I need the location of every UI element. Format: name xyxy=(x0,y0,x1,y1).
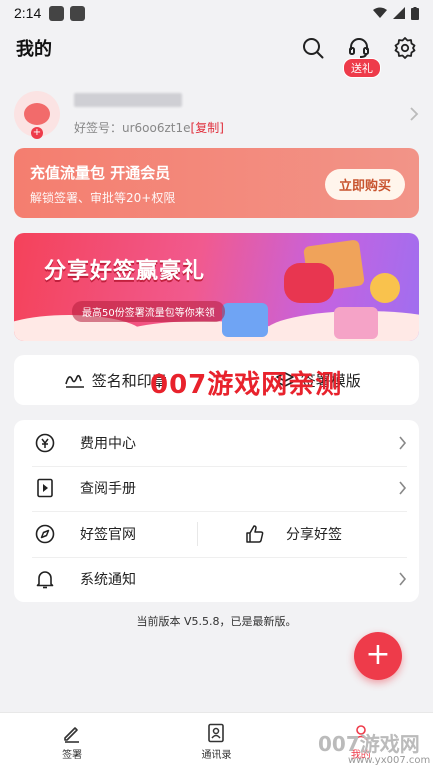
gift-box-graphic xyxy=(284,263,334,303)
thumbs-up-icon xyxy=(246,525,264,543)
search-icon xyxy=(303,38,324,59)
yuan-icon xyxy=(35,433,55,453)
bell-icon xyxy=(36,571,54,589)
tab-label-sign: 签署 xyxy=(62,750,83,761)
menu-item-manual[interactable]: 查阅手册 xyxy=(14,465,419,512)
banner-headline: 分享好签赢豪礼 xyxy=(44,259,206,284)
signature-seal-label: 签名和印章 xyxy=(91,371,167,390)
gear-icon xyxy=(394,37,416,59)
pen-icon xyxy=(64,727,80,743)
chevron-right-icon xyxy=(399,481,407,495)
avatar[interactable]: + xyxy=(14,91,60,139)
banner-subline: 最高50份签署流量包等你来领 xyxy=(72,301,225,322)
headset-icon xyxy=(349,38,369,58)
signal-icon xyxy=(393,7,405,19)
menu-label-notifications: 系统通知 xyxy=(80,572,136,589)
status-bar: 2:14 xyxy=(0,0,433,26)
settings-menu: 费用中心 查阅手册 好签官网 分享好签 系统通知 xyxy=(14,420,419,602)
signature-icon xyxy=(64,374,84,388)
version-text: 当前版本 V5.5.8，已是最新版。 xyxy=(136,615,297,628)
settings-button[interactable] xyxy=(393,36,417,60)
gift-box-graphic xyxy=(370,273,400,303)
share-promo-banner[interactable]: 分享好签赢豪礼 最高50份签署流量包等你来领 xyxy=(14,233,419,341)
template-icon xyxy=(275,372,294,387)
copy-link[interactable]: [复制] xyxy=(191,121,224,135)
menu-item-official-site[interactable]: 好签官网 xyxy=(32,524,197,544)
sign-id: 好签号：ur6oo6zt1e xyxy=(74,120,191,135)
add-floating-button[interactable]: + xyxy=(354,632,402,680)
signature-seal-entry[interactable]: 签名和印章 xyxy=(14,370,217,391)
sign-template-entry[interactable]: 签署模版 xyxy=(217,370,420,391)
menu-item-share[interactable]: 分享好签 xyxy=(242,524,407,544)
sign-template-label: 签署模版 xyxy=(300,371,361,390)
search-button[interactable] xyxy=(301,36,325,60)
tab-sign[interactable]: 签署 xyxy=(0,713,144,771)
vip-promo-card[interactable]: 充值流量包 开通会员 解锁签署、审批等20+权限 立即购买 xyxy=(14,148,419,218)
chevron-right-icon xyxy=(399,572,407,586)
contacts-icon xyxy=(208,723,225,743)
customer-service-button[interactable] xyxy=(347,36,371,60)
menu-item-billing[interactable]: 费用中心 xyxy=(14,420,419,466)
menu-label-manual: 查阅手册 xyxy=(80,481,136,498)
gift-box-graphic xyxy=(222,303,268,337)
menu-item-notifications[interactable]: 系统通知 xyxy=(14,556,419,603)
buy-now-button[interactable]: 立即购买 xyxy=(324,169,405,200)
profile-card[interactable]: + 好签号：ur6oo6zt1e[复制] xyxy=(14,86,419,142)
add-icon: + xyxy=(31,127,43,139)
menu-label-billing: 费用中心 xyxy=(80,435,136,452)
menu-label-official-site: 好签官网 xyxy=(80,526,136,543)
avatar-image xyxy=(24,103,50,125)
status-time: 2:14 xyxy=(14,5,42,21)
menu-divider xyxy=(197,521,198,546)
menu-row-site-share: 好签官网 分享好签 xyxy=(14,511,419,557)
wifi-icon xyxy=(373,7,387,18)
compass-icon xyxy=(35,524,55,544)
corner-watermark: 007游戏网 xyxy=(318,732,420,756)
tab-label-contacts: 通讯录 xyxy=(201,750,232,761)
profile-info: 好签号：ur6oo6zt1e[复制] xyxy=(74,92,224,136)
tab-contacts[interactable]: 通讯录 xyxy=(144,713,288,771)
corner-watermark-url: www.yx007.com xyxy=(348,755,431,766)
gift-badge[interactable]: 送礼 xyxy=(343,58,381,78)
notification-icon xyxy=(70,5,86,21)
templates-card: 签名和印章 签署模版 xyxy=(14,355,419,405)
battery-icon xyxy=(411,6,419,20)
chevron-right-icon xyxy=(399,436,407,450)
notification-icon xyxy=(49,5,65,21)
gift-box-graphic xyxy=(334,307,378,339)
chevron-right-icon xyxy=(410,107,419,121)
menu-label-share: 分享好签 xyxy=(286,526,342,543)
sign-id-line: 好签号：ur6oo6zt1e[复制] xyxy=(74,119,224,136)
book-icon xyxy=(37,478,53,498)
page-title: 我的 xyxy=(16,39,52,60)
username-redacted xyxy=(74,92,182,107)
